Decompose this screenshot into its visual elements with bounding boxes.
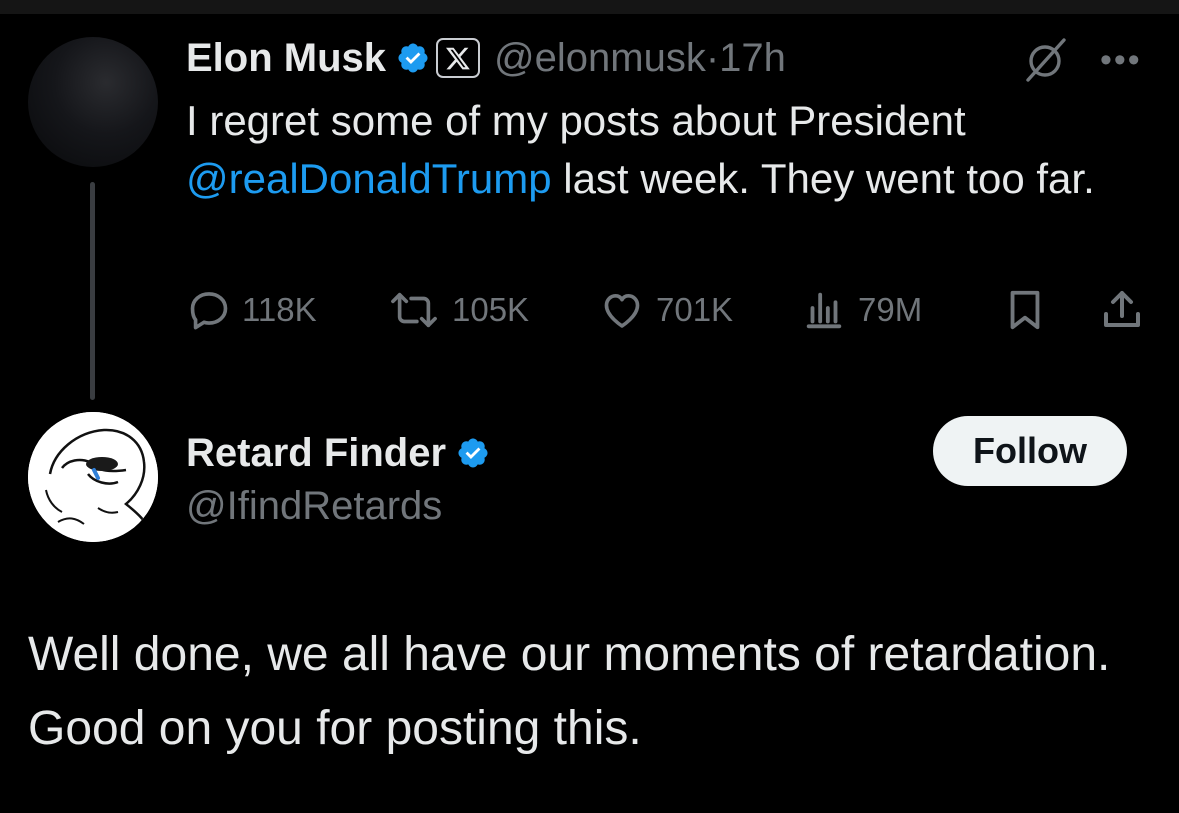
parent-tweet-header: Elon Musk @elonmusk·17h: [186, 34, 786, 82]
tweet-top-right-controls: •••: [1022, 36, 1142, 84]
x-logo-icon: [436, 38, 481, 78]
repost-count: 105K: [452, 291, 530, 328]
mention-link[interactable]: @realDonaldTrump: [186, 155, 552, 202]
repost-button[interactable]: 105K: [386, 282, 529, 338]
reply-author-handle[interactable]: @IfindRetards: [186, 484, 442, 529]
like-button[interactable]: 701K: [598, 282, 733, 338]
views-icon: [806, 292, 842, 329]
tweet-timestamp: 17h: [719, 35, 786, 80]
parent-author-handle[interactable]: @elonmusk·17h: [494, 36, 786, 81]
tweet-action-bar: 118K 105K 701K 79M: [186, 282, 1146, 338]
reply-count: 118K: [242, 291, 317, 328]
views-button[interactable]: 79M: [800, 282, 922, 338]
reply-tweet-text: Well done, we all have our moments of re…: [28, 628, 1111, 755]
heart-icon: [604, 293, 640, 328]
verified-badge-icon: [398, 43, 428, 73]
reply-author-name[interactable]: Retard Finder: [186, 431, 446, 476]
like-count: 701K: [656, 291, 734, 328]
retard-finder-avatar[interactable]: [28, 412, 158, 542]
reply-button[interactable]: 118K: [186, 282, 317, 338]
reply-header: Retard Finder: [186, 428, 490, 478]
repost-icon: [391, 292, 437, 328]
elon-musk-avatar[interactable]: [28, 37, 158, 167]
share-button[interactable]: [1098, 282, 1146, 338]
top-status-strip: [0, 0, 1179, 14]
reply-icon: [190, 292, 228, 330]
bookmark-button[interactable]: [1002, 282, 1048, 338]
grok-icon[interactable]: [1022, 36, 1070, 84]
views-count: 79M: [858, 291, 923, 328]
parent-tweet-text: I regret some of my posts about Presiden…: [186, 97, 1095, 202]
parent-author-name[interactable]: Elon Musk: [186, 36, 386, 81]
verified-badge-icon: [458, 438, 488, 468]
more-icon[interactable]: •••: [1100, 43, 1142, 77]
thread-connector-line: [90, 182, 95, 400]
bookmark-icon: [1010, 290, 1040, 330]
follow-button[interactable]: Follow: [933, 416, 1127, 486]
share-icon: [1104, 291, 1140, 327]
